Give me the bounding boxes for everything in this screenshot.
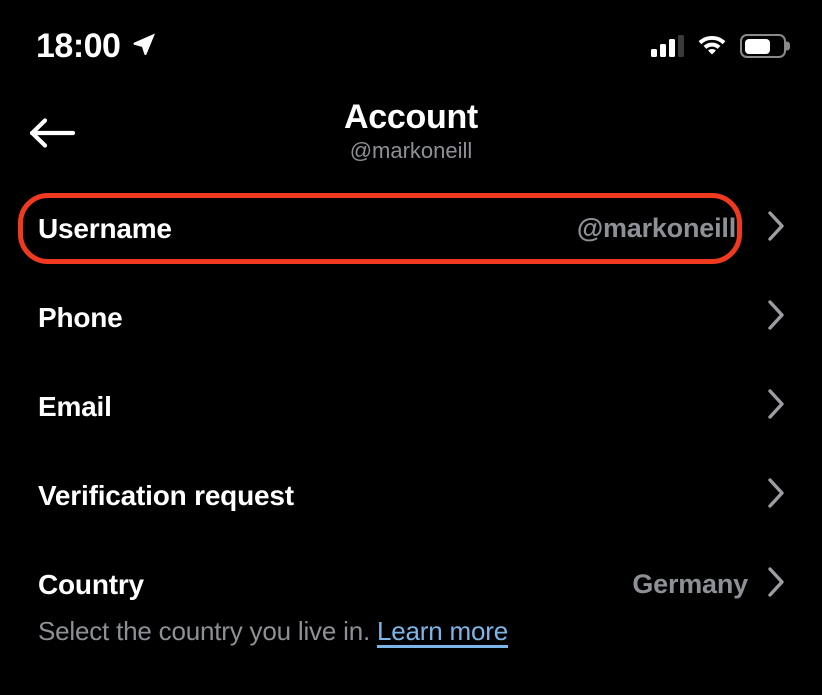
- page-subtitle-handle: @markoneill: [0, 139, 822, 163]
- phone-screen: 18:00: [0, 0, 822, 695]
- chevron-right-icon: [766, 298, 786, 337]
- list-item-value: @markoneill: [577, 213, 748, 244]
- list-item-email[interactable]: Email: [0, 362, 822, 451]
- header-titles: Account @markoneill: [0, 98, 822, 163]
- list-item-right: [748, 298, 822, 337]
- page-title: Account: [0, 98, 822, 137]
- chevron-right-icon: [766, 565, 786, 604]
- page-header: Account @markoneill: [0, 88, 822, 184]
- list-item-right: [748, 387, 822, 426]
- status-bar: 18:00: [0, 0, 822, 88]
- list-item-label: Email: [38, 391, 112, 423]
- status-bar-right: [651, 33, 786, 60]
- list-item-label: Username: [38, 213, 172, 245]
- list-item-verification-request[interactable]: Verification request: [0, 451, 822, 540]
- battery-icon: [740, 34, 786, 58]
- chevron-right-icon: [766, 387, 786, 426]
- location-arrow-icon: [131, 31, 157, 62]
- list-item-value: Germany: [632, 569, 748, 600]
- list-item-right: [748, 476, 822, 515]
- chevron-right-icon: [766, 476, 786, 515]
- list-item-label: Verification request: [38, 480, 294, 512]
- wifi-icon: [697, 33, 727, 60]
- settings-list: Username @markoneill Phone: [0, 184, 822, 629]
- country-help-sentence: Select the country you live in.: [38, 616, 370, 646]
- list-item-right: Germany: [632, 565, 822, 604]
- list-item-label: Phone: [38, 302, 123, 334]
- list-item-username[interactable]: Username @markoneill: [0, 184, 822, 273]
- country-help-text: Select the country you live in. Learn mo…: [38, 615, 792, 648]
- status-bar-left: 18:00: [36, 29, 157, 63]
- list-item-phone[interactable]: Phone: [0, 273, 822, 362]
- cellular-signal-icon: [651, 35, 684, 57]
- learn-more-link[interactable]: Learn more: [377, 616, 508, 646]
- chevron-right-icon: [766, 209, 786, 248]
- status-bar-clock: 18:00: [36, 29, 120, 63]
- list-item-label: Country: [38, 569, 144, 601]
- list-item-right: @markoneill: [577, 209, 822, 248]
